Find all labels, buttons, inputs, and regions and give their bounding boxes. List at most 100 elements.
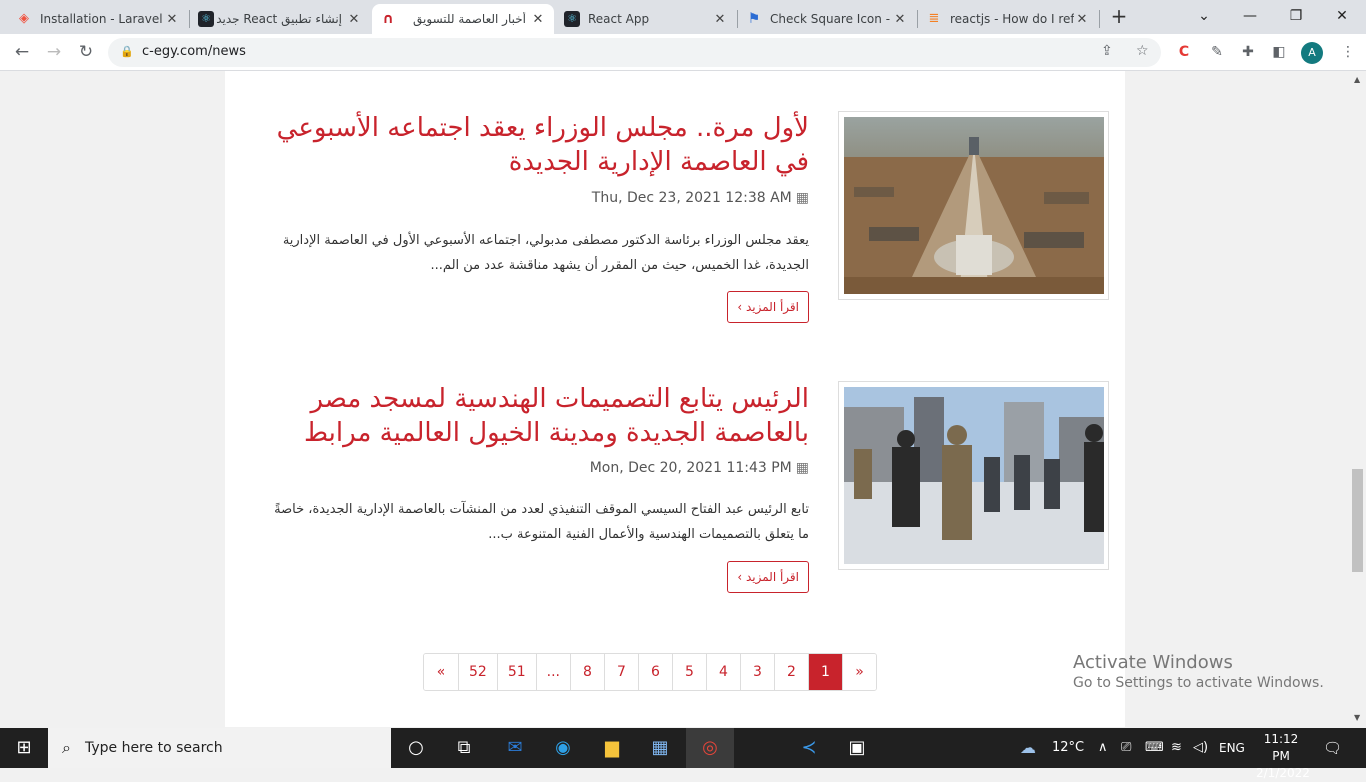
- calendar-icon: ▦: [795, 190, 809, 206]
- tab-search-icon[interactable]: ⌄: [1184, 4, 1224, 28]
- volume-icon[interactable]: ◁): [1193, 728, 1208, 768]
- calendar-icon: ▦: [795, 460, 809, 476]
- address-bar[interactable]: 🔒 c-egy.com/news ⇪ ☆: [108, 38, 1161, 67]
- site-logo-icon: ∩: [382, 11, 394, 27]
- clock-time: 11:12 PM: [1263, 732, 1299, 763]
- weather-temp[interactable]: 12°C: [1052, 728, 1084, 768]
- extension-c-icon[interactable]: C: [1175, 43, 1193, 61]
- menu-kebab-icon[interactable]: ⋮: [1339, 43, 1357, 61]
- back-icon[interactable]: ←: [8, 40, 36, 64]
- tab-react-app[interactable]: ⚛ React App ✕: [556, 4, 736, 34]
- minimize-icon[interactable]: —: [1230, 4, 1270, 28]
- activate-title: Activate Windows: [1073, 652, 1233, 673]
- profile-avatar[interactable]: A: [1301, 42, 1323, 64]
- close-icon[interactable]: ✕: [164, 12, 180, 27]
- mail-icon[interactable]: ✉: [491, 728, 539, 768]
- chrome-icon[interactable]: ◎: [686, 728, 734, 768]
- notifications-icon[interactable]: 🗨: [1323, 728, 1342, 768]
- store-icon[interactable]: ▦: [636, 728, 684, 768]
- react-icon: ⚛: [564, 11, 580, 27]
- tray-chevron-icon[interactable]: ∧: [1098, 728, 1108, 768]
- pagination: «52 51... 8 7 6 5 4 3 2 1»: [423, 653, 878, 691]
- tab-title: React App: [588, 12, 650, 26]
- news-list-container: لأول مرة.. مجلس الوزراء يعقد اجتماعه الأ…: [225, 71, 1125, 727]
- stackoverflow-icon: ≣: [928, 11, 940, 26]
- news-title-link[interactable]: لأول مرة.. مجلس الوزراء يعقد اجتماعه الأ…: [249, 111, 809, 179]
- tab-stackoverflow[interactable]: ≣ reactjs - How do I refe ✕: [918, 4, 1098, 34]
- forward-icon[interactable]: →: [40, 40, 68, 64]
- search-placeholder: Type here to search: [84, 740, 223, 756]
- scroll-up-icon[interactable]: ▲: [1354, 75, 1360, 84]
- tray-device-icon[interactable]: ⎚: [1121, 728, 1131, 768]
- clock[interactable]: 11:12 PM 2/1/2022: [1256, 731, 1310, 782]
- tab-react-new[interactable]: ⚛ إنشاء تطبيق React جديد ✕: [190, 4, 370, 34]
- task-view-icon[interactable]: ⧉: [440, 728, 488, 768]
- restore-icon[interactable]: ❐: [1276, 4, 1316, 28]
- flag-icon: ⚑: [747, 11, 761, 27]
- extensions-puzzle-icon[interactable]: ✚: [1239, 43, 1257, 61]
- pagination-item[interactable]: 7: [604, 654, 639, 690]
- windows-taskbar: ⊞ ⌕ Type here to search ○ ⧉ ✉ ◉ ▆ ▦ ◎ ≺ …: [0, 728, 1366, 780]
- read-more-button[interactable]: اقرأ المزيد ›: [727, 291, 809, 323]
- pagination-item[interactable]: ...: [535, 654, 571, 690]
- new-tab-button[interactable]: +: [1099, 4, 1139, 28]
- close-icon[interactable]: ✕: [892, 12, 908, 27]
- windows-start-icon[interactable]: ⊞: [0, 728, 48, 768]
- windows-activation-watermark: Activate Windows Go to Settings to activ…: [1073, 652, 1324, 691]
- pagination-item[interactable]: 6: [638, 654, 673, 690]
- extension-pen-icon[interactable]: ✎: [1208, 43, 1226, 61]
- pagination-item[interactable]: 52: [458, 654, 497, 690]
- taskbar-search[interactable]: ⌕ Type here to search: [48, 728, 391, 768]
- search-icon: ⌕: [62, 738, 71, 757]
- page-scrollbar[interactable]: ▲ ▼: [1350, 71, 1366, 727]
- news-date: Mon, Dec 20, 2021 11:43 PM ▦: [590, 460, 809, 476]
- edge-icon[interactable]: ◉: [539, 728, 587, 768]
- weather-icon[interactable]: ☁: [1020, 728, 1036, 768]
- pagination-item[interactable]: 5: [672, 654, 707, 690]
- pagination-item[interactable]: 2: [774, 654, 809, 690]
- lock-icon: 🔒: [120, 45, 134, 58]
- news-thumbnail[interactable]: [838, 381, 1109, 570]
- tab-title: إنشاء تطبيق React جديد: [216, 12, 342, 26]
- pagination-item[interactable]: 4: [706, 654, 741, 690]
- reload-icon[interactable]: ↻: [72, 40, 100, 64]
- browser-toolbar: ← → ↻ 🔒 c-egy.com/news ⇪ ☆ C ✎ ✚ ◧ ⋮: [0, 34, 1366, 71]
- close-icon[interactable]: ✕: [530, 12, 546, 27]
- news-title-link[interactable]: الرئيس يتابع التصميمات الهندسية لمسجد مص…: [249, 382, 809, 450]
- tab-active-news[interactable]: ∩ أخبار العاصمة للتسويق ✕: [372, 4, 554, 34]
- pagination-item[interactable]: 51: [496, 654, 536, 690]
- laravel-icon: ◈: [19, 11, 29, 26]
- tray-input-icon[interactable]: ⌨: [1145, 728, 1164, 768]
- terminal-icon[interactable]: ▣: [833, 728, 881, 768]
- pagination-item[interactable]: »: [842, 654, 877, 690]
- city-aerial-image: [844, 117, 1104, 294]
- scroll-down-icon[interactable]: ▼: [1354, 713, 1360, 722]
- tab-laravel[interactable]: ◈ Installation - Laravel - ✕: [8, 4, 188, 34]
- read-more-button[interactable]: اقرأ المزيد ›: [727, 561, 809, 593]
- language-indicator[interactable]: ENG: [1219, 728, 1245, 768]
- file-explorer-icon[interactable]: ▆: [588, 728, 636, 768]
- vscode-icon[interactable]: ≺: [785, 728, 833, 768]
- news-date: Thu, Dec 23, 2021 12:38 AM ▦: [592, 190, 809, 206]
- news-thumbnail[interactable]: [838, 111, 1109, 300]
- cortana-icon[interactable]: ○: [392, 728, 440, 768]
- pagination-item[interactable]: «: [424, 654, 458, 690]
- close-window-icon[interactable]: ✕: [1322, 4, 1362, 28]
- pagination-item[interactable]: 1: [808, 654, 843, 690]
- close-icon[interactable]: ✕: [1074, 12, 1090, 27]
- url-text[interactable]: c-egy.com/news: [142, 44, 246, 59]
- news-excerpt: تابع الرئيس عبد الفتاح السيسي الموقف الت…: [274, 502, 809, 542]
- pagination-item[interactable]: 3: [740, 654, 775, 690]
- news-date-text: Mon, Dec 20, 2021 11:43 PM: [589, 460, 792, 476]
- side-panel-icon[interactable]: ◧: [1270, 43, 1288, 61]
- close-icon[interactable]: ✕: [346, 12, 362, 27]
- tab-check-square[interactable]: ⚑ Check Square Icon - R ✕: [738, 4, 916, 34]
- share-icon[interactable]: ⇪: [1101, 43, 1113, 59]
- bookmark-star-icon[interactable]: ☆: [1136, 43, 1149, 59]
- scrollbar-thumb[interactable]: [1352, 469, 1363, 572]
- pagination-item[interactable]: 8: [570, 654, 605, 690]
- wifi-icon[interactable]: ≋: [1171, 728, 1182, 768]
- close-icon[interactable]: ✕: [712, 12, 728, 27]
- tab-title: reactjs - How do I refe: [950, 12, 1074, 26]
- news-excerpt: يعقد مجلس الوزراء برئاسة الدكتور مصطفى م…: [282, 233, 809, 273]
